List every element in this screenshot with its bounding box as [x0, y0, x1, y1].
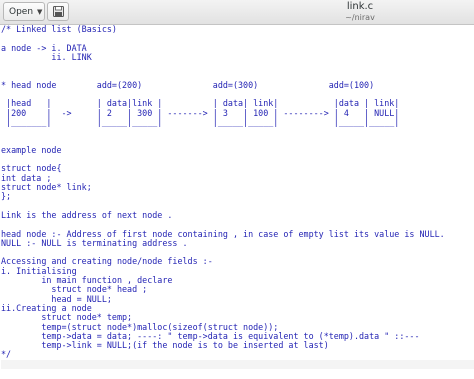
text-editor[interactable]: /* Linked list (Basics) a node -> i. DATA…: [0, 25, 474, 379]
code-line: |_______| |_____|_____| |_____|_____| |_…: [1, 116, 400, 127]
code-line: ii. LINK: [1, 51, 92, 62]
header-bar: Open ▼ link.c ~/nirav: [0, 0, 474, 25]
code-line: temp->link = NULL;(if the node is to be …: [1, 340, 329, 351]
code-line: struct node* link;: [1, 182, 92, 193]
code-line: example node: [1, 144, 62, 155]
code-line: * head node add=(200) add=(300) add=(100…: [1, 79, 375, 90]
open-button[interactable]: Open ▼: [3, 2, 45, 21]
code-line: */: [1, 349, 12, 360]
save-button[interactable]: [47, 2, 69, 21]
code-line: NULL :- NULL is terminating address .: [1, 237, 188, 248]
code-line: };: [1, 191, 12, 202]
document-save-icon: [52, 2, 64, 21]
window-subtitle: ~/nirav: [345, 13, 375, 22]
open-button-label: Open: [9, 6, 34, 17]
code-line: struct node{: [1, 163, 62, 174]
code-line: /* Linked list (Basics): [1, 25, 117, 34]
chevron-down-icon: ▼: [37, 7, 43, 16]
window-title-area: link.c ~/nirav: [300, 1, 420, 23]
code-line: [1, 359, 474, 369]
window-title: link.c: [346, 1, 374, 12]
code-view[interactable]: /* Linked list (Basics) a node -> i. DATA…: [0, 25, 474, 369]
code-line: Link is the address of next node .: [1, 209, 173, 220]
